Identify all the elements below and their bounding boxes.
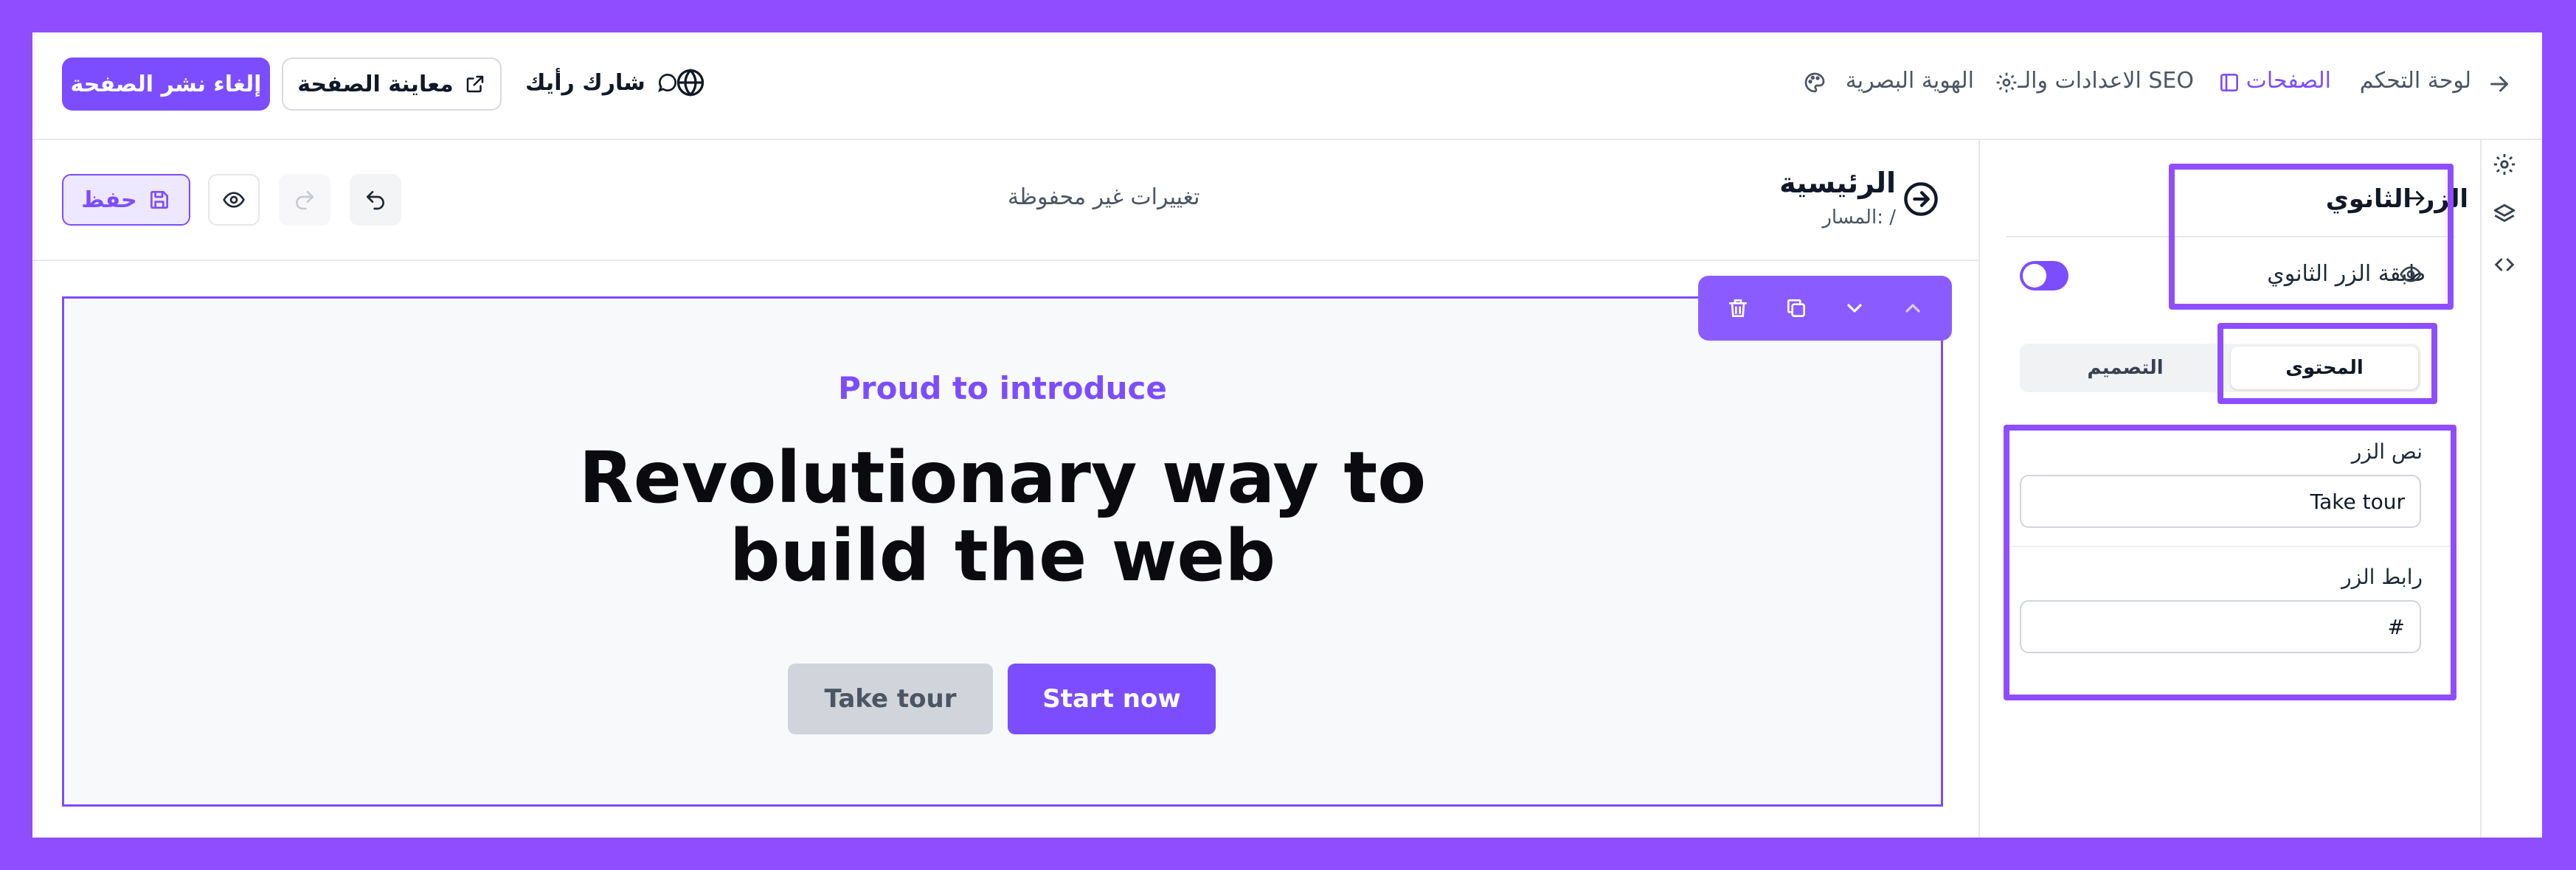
redo-icon	[293, 188, 316, 212]
floppy-disk-icon	[148, 188, 171, 212]
rail-divider	[2480, 140, 2482, 838]
hero-eyebrow: Proud to introduce	[838, 370, 1167, 406]
start-now-button[interactable]: Start now	[1008, 664, 1216, 734]
unsaved-status: تغييرات غير محفوظة	[1008, 184, 1200, 210]
eye-icon	[222, 188, 246, 212]
panel-divider	[1978, 140, 1980, 838]
hero-headline-line1: Revolutionary way to	[578, 436, 1427, 519]
nav-dashboard[interactable]: لوحة التحكم	[2360, 68, 2471, 94]
save-button[interactable]: حفظ	[62, 174, 190, 226]
trash-icon[interactable]	[1726, 296, 1750, 320]
pages-icon	[2217, 71, 2241, 94]
feedback-label: شارك رأيك	[525, 69, 645, 96]
palette-icon	[1803, 71, 1827, 94]
gear-icon[interactable]	[2492, 152, 2517, 177]
globe-icon[interactable]	[674, 66, 707, 99]
redo-button[interactable]	[279, 174, 330, 226]
duplicate-icon[interactable]	[1784, 296, 1808, 320]
layer-visibility-toggle[interactable]	[2020, 261, 2068, 290]
nav-settings-seo[interactable]: الاعدادات والـ SEO	[2018, 68, 2194, 94]
tab-design[interactable]: التصميم	[2023, 347, 2228, 389]
code-icon[interactable]	[2492, 252, 2517, 277]
take-tour-button[interactable]: Take tour	[788, 664, 993, 734]
unpublish-page-button[interactable]: إلغاء نشر الصفحة	[62, 58, 270, 111]
hero-headline-line2: build the web	[729, 515, 1276, 597]
highlight-fields	[2004, 425, 2456, 700]
editor-header-divider	[32, 260, 1978, 261]
nav-pages[interactable]: الصفحات	[2246, 68, 2331, 94]
page-title: الرئيسية	[1779, 167, 1896, 199]
preview-page-button[interactable]: معاينة الصفحة	[282, 58, 502, 111]
back-arrow-icon[interactable]	[2486, 71, 2513, 97]
page-path: المسار: /	[1822, 206, 1896, 229]
highlight-content-tab	[2217, 323, 2437, 404]
preview-page-label: معاينة الصفحة	[297, 71, 454, 97]
chevron-down-icon[interactable]	[1843, 296, 1866, 320]
save-label: حفظ	[81, 187, 137, 213]
nav-visual-identity[interactable]: الهوية البصرية	[1846, 68, 1974, 94]
undo-icon	[364, 188, 387, 212]
arrow-right-circle-icon[interactable]	[1902, 180, 1940, 218]
chevron-up-icon[interactable]	[1901, 296, 1925, 320]
layers-icon[interactable]	[2492, 202, 2517, 227]
feedback-button[interactable]: شارك رأيك	[525, 60, 679, 105]
highlight-panel-header	[2169, 164, 2454, 310]
block-toolbar	[1698, 276, 1952, 341]
preview-button[interactable]	[208, 174, 260, 226]
external-link-icon	[464, 73, 486, 95]
undo-button[interactable]	[350, 174, 401, 226]
gear-icon	[1995, 71, 2018, 94]
